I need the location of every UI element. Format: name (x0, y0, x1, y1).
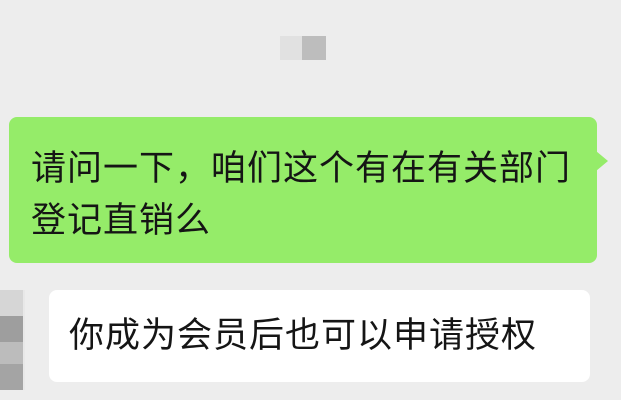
avatar-edge (23, 290, 25, 390)
avatar-pixel (0, 342, 23, 364)
avatar-pixel (0, 316, 23, 342)
redaction-block (302, 36, 326, 60)
incoming-message-bubble[interactable]: 你成为会员后也可以申请授权 (49, 290, 590, 382)
avatar-pixel (0, 364, 23, 390)
avatar-pixel (0, 290, 23, 316)
timestamp-redacted (280, 36, 326, 60)
message-text: 你成为会员后也可以申请授权 (69, 316, 538, 356)
outgoing-message-bubble[interactable]: 请问一下，咱们这个有在有关部门登记直销么 (9, 117, 608, 263)
avatar[interactable] (0, 290, 23, 390)
redaction-block (280, 36, 302, 60)
chat-message-list[interactable]: 请问一下，咱们这个有在有关部门登记直销么 你成为会员后也可以申请授权 (0, 0, 621, 400)
message-text: 请问一下，咱们这个有在有关部门登记直销么 (31, 149, 572, 241)
